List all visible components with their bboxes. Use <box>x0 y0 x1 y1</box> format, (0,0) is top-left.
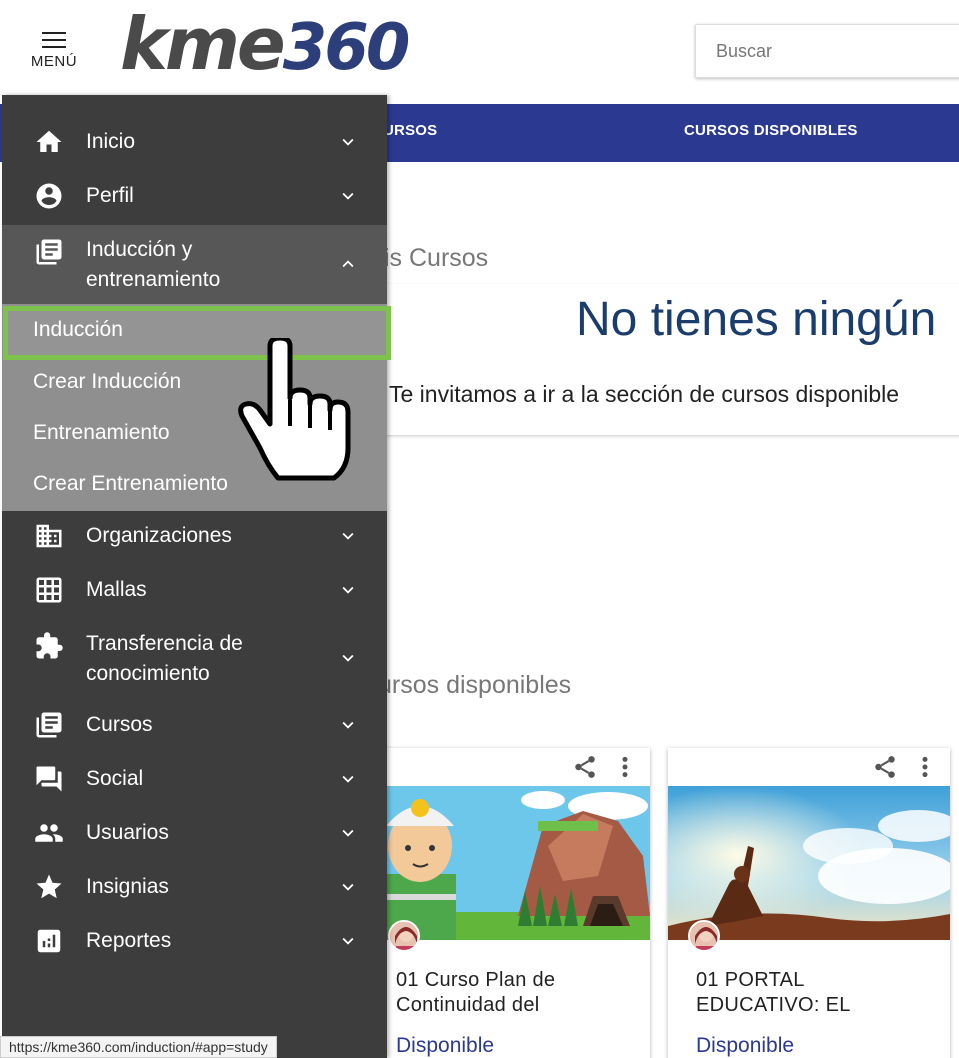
people-icon <box>35 824 63 842</box>
course-title[interactable]: 01 Curso Plan de Continuidad del <box>396 968 626 1018</box>
course-title[interactable]: 01 PORTAL EDUCATIVO: EL <box>696 968 926 1018</box>
grid-icon <box>36 577 62 603</box>
home-icon <box>36 130 62 152</box>
forum-icon <box>36 766 62 792</box>
library-books-icon <box>36 239 62 265</box>
submenu-item-entrenamiento[interactable]: Entrenamiento <box>33 421 170 445</box>
more-vert-icon[interactable] <box>620 754 630 780</box>
chevron-down-icon <box>342 532 354 540</box>
tab-my-courses[interactable]: URSOS <box>383 122 437 139</box>
chevron-down-icon <box>342 586 354 594</box>
sidebar-item-inicio[interactable]: Inicio <box>2 127 387 159</box>
chevron-down-icon <box>342 192 354 200</box>
menu-label: MENÚ <box>30 53 78 70</box>
course-card[interactable]: 01 Curso Plan de Continuidad del Disponi… <box>368 748 650 1058</box>
sidebar-item-label: Cursos <box>86 713 153 736</box>
page: MENÚ kme360 URSOS CURSOS DISPONIBLES is … <box>0 0 959 1058</box>
sidebar-item-perfil[interactable]: Perfil <box>2 181 387 213</box>
top-header: MENÚ kme360 <box>0 0 959 104</box>
submenu-item-crear-induccion[interactable]: Crear Inducción <box>33 370 181 394</box>
sidebar-item-label: Organizaciones <box>86 524 232 547</box>
share-icon[interactable] <box>872 754 898 780</box>
sidebar-item-cursos[interactable]: Cursos <box>2 710 387 742</box>
business-icon <box>36 524 62 548</box>
avatar <box>388 920 420 952</box>
chevron-down-icon <box>342 138 354 146</box>
chart-icon <box>37 929 61 953</box>
logo-text-main: kme <box>120 2 286 86</box>
chevron-down-icon <box>342 937 354 945</box>
sidebar-item-label: Transferencia de conocimiento <box>86 632 243 685</box>
submenu-item-crear-entrenamiento[interactable]: Crear Entrenamiento <box>33 472 228 496</box>
search-input[interactable] <box>695 24 959 78</box>
submenu-item-induccion-highlighted[interactable]: Inducción <box>33 318 123 342</box>
puzzle-icon <box>36 632 63 659</box>
chevron-down-icon <box>342 775 354 783</box>
sidebar-item-label: Social <box>86 767 144 790</box>
card-actions <box>872 754 930 780</box>
star-icon <box>36 874 62 899</box>
course-image[interactable] <box>668 786 950 940</box>
sidebar-item-transferencia[interactable]: Transferencia de conocimiento <box>2 629 387 691</box>
sidebar: Inicio Perfil Inducción y entrenamiento … <box>2 95 387 1058</box>
sidebar-item-label: Inducción y entrenamiento <box>86 238 221 291</box>
sidebar-item-label: Usuarios <box>86 821 169 844</box>
sidebar-item-label: Insignias <box>86 875 169 898</box>
menu-button[interactable]: MENÚ <box>22 28 86 78</box>
status-bar-url: https://kme360.com/induction/#app=study <box>0 1036 277 1058</box>
logo[interactable]: kme360 <box>120 2 411 86</box>
card-actions <box>572 754 630 780</box>
sidebar-item-social[interactable]: Social <box>2 764 387 796</box>
course-status: Disponible <box>396 1034 495 1057</box>
chevron-down-icon <box>342 883 354 891</box>
chevron-down-icon <box>342 829 354 837</box>
account-circle-icon <box>36 183 62 209</box>
sidebar-item-label: Perfil <box>86 184 134 207</box>
sidebar-item-insignias[interactable]: Insignias <box>2 872 387 904</box>
sidebar-item-label: Reportes <box>86 929 172 952</box>
sidebar-item-reportes[interactable]: Reportes <box>2 926 387 958</box>
share-icon[interactable] <box>572 754 598 780</box>
hamburger-icon <box>42 32 66 48</box>
course-image[interactable] <box>368 786 650 940</box>
empty-state-heading: No tienes ningún <box>576 293 937 346</box>
more-vert-icon[interactable] <box>920 754 930 780</box>
sidebar-item-usuarios[interactable]: Usuarios <box>2 818 387 850</box>
sidebar-item-induccion-entrenamiento[interactable]: Inducción y entrenamiento <box>2 235 387 297</box>
empty-state-subtitle: Te invitamos a ir a la sección de cursos… <box>389 381 900 407</box>
sidebar-item-label: Inicio <box>86 130 136 153</box>
library-books-icon <box>36 712 62 738</box>
sidebar-item-mallas[interactable]: Mallas <box>2 575 387 607</box>
tab-available-courses[interactable]: CURSOS DISPONIBLES <box>684 122 858 139</box>
chevron-down-icon <box>342 721 354 729</box>
course-card[interactable]: 01 PORTAL EDUCATIVO: EL Disponible <box>668 748 950 1058</box>
hand-pointer-icon <box>238 338 351 481</box>
logo-text-num: 360 <box>282 11 411 85</box>
sidebar-item-label: Mallas <box>86 578 147 601</box>
my-courses-title: is Cursos <box>384 244 489 272</box>
available-courses-title: ursos disponibles <box>378 671 572 699</box>
avatar <box>688 920 720 952</box>
chevron-up-icon <box>342 260 354 268</box>
sidebar-item-organizaciones[interactable]: Organizaciones <box>2 521 387 553</box>
chevron-down-icon <box>342 654 354 662</box>
course-status: Disponible <box>696 1034 795 1057</box>
